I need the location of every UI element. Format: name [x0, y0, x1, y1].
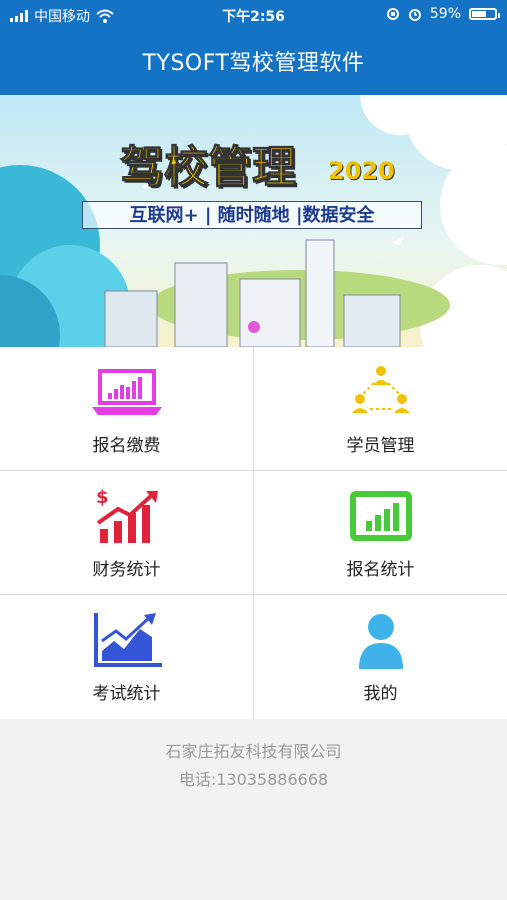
company-name: 石家庄拓友科技有限公司: [165, 742, 342, 761]
finance-growth-icon: $: [96, 487, 158, 543]
battery-icon: [469, 8, 500, 20]
menu-item-exam-statistics[interactable]: 考试统计: [0, 595, 253, 718]
menu-item-label: 考试统计: [92, 684, 161, 704]
page-title: TYSOFT驾校管理软件: [142, 51, 365, 76]
battery-percent: 59%: [429, 6, 461, 22]
banner-year: 2020: [328, 157, 395, 185]
menu-item-finance-statistics[interactable]: $ 财务统计: [0, 471, 253, 594]
menu-item-label: 报名缴费: [92, 436, 161, 456]
battery-fill: [472, 11, 487, 17]
menu-item-registration-statistics[interactable]: 报名统计: [254, 471, 507, 594]
footer: 石家庄拓友科技有限公司 电话:13035886668: [0, 720, 507, 900]
user-icon: [358, 614, 403, 669]
menu-item-label: 我的: [363, 684, 398, 704]
menu-item-label: 学员管理: [346, 436, 415, 456]
menu-grid: 报名缴费 学员管理 $ 财务统计 报名统计 考试统计 我的: [0, 347, 507, 719]
menu-item-label: 报名统计: [346, 560, 415, 580]
status-bar: 中国移动 下午2:56 59%: [0, 0, 507, 30]
alarm-icon: [408, 9, 421, 21]
line-chart-icon: [93, 613, 162, 667]
top-app-bar: 中国移动 下午2:56 59% TYSOFT驾校管理软件: [0, 0, 507, 95]
banner: 驾校管理 2020 互联网+ | 随时随地 |数据安全: [0, 95, 507, 347]
menu-item-student-management[interactable]: 学员管理: [254, 347, 507, 470]
svg-text:$: $: [96, 487, 109, 508]
banner-tagline: 互联网+ | 随时随地 |数据安全: [82, 201, 422, 229]
menu-item-my[interactable]: 我的: [254, 595, 507, 718]
status-right: 59%: [386, 6, 500, 22]
tablet-chart-icon: [349, 491, 412, 541]
rotation-lock-icon: [386, 8, 399, 20]
menu-item-registration-payment[interactable]: 报名缴费: [0, 347, 253, 470]
users-network-icon: [351, 366, 410, 413]
laptop-chart-icon: [91, 369, 162, 415]
menu-item-label: 财务统计: [92, 560, 161, 580]
banner-title: 驾校管理: [120, 142, 297, 194]
company-phone: 电话:13035886668: [178, 770, 329, 789]
